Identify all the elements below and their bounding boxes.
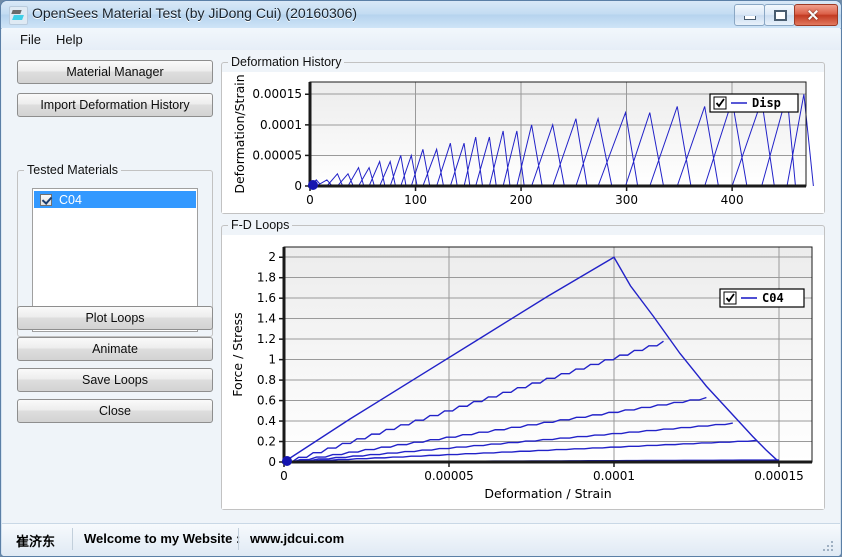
svg-text:0.00015: 0.00015: [754, 469, 804, 483]
menu-help[interactable]: Help: [48, 31, 91, 48]
tested-materials-label: Tested Materials: [24, 163, 122, 177]
animate-button[interactable]: Animate: [17, 337, 213, 361]
svg-text:1.8: 1.8: [257, 271, 276, 285]
svg-text:0.8: 0.8: [257, 373, 276, 387]
svg-text:0.00015: 0.00015: [252, 87, 302, 101]
fd-loops-group-label: F-D Loops: [228, 218, 293, 232]
svg-text:0: 0: [294, 179, 302, 193]
svg-text:300: 300: [615, 193, 638, 207]
client-area: Material Manager Import Deformation Hist…: [2, 50, 840, 524]
svg-text:C04: C04: [762, 291, 784, 305]
svg-text:1.4: 1.4: [257, 312, 276, 326]
maximize-button[interactable]: [764, 4, 795, 26]
svg-text:Disp: Disp: [752, 96, 781, 110]
checkbox-icon[interactable]: [40, 193, 52, 206]
svg-text:1: 1: [268, 353, 276, 367]
deformation-history-chart[interactable]: 0 0.00005 0.0001 0.00015 0 100 200 300 400 Step De…: [222, 72, 824, 225]
svg-text:1.6: 1.6: [257, 291, 276, 305]
list-item-label: C04: [59, 192, 82, 207]
svg-text:Deformation/Strain: Deformation/Strain: [232, 74, 247, 193]
svg-text:0.2: 0.2: [257, 435, 276, 449]
svg-text:400: 400: [721, 193, 744, 207]
svg-text:0: 0: [268, 455, 276, 469]
list-item[interactable]: C04: [34, 191, 196, 208]
svg-text:1.2: 1.2: [257, 332, 276, 346]
material-manager-button[interactable]: Material Manager: [17, 60, 213, 84]
close-button[interactable]: Close: [17, 399, 213, 423]
resize-grip[interactable]: [823, 541, 835, 553]
svg-text:0: 0: [280, 469, 288, 483]
app-icon: [9, 6, 28, 25]
status-author: 崔济东: [16, 534, 56, 549]
window-title: OpenSees Material Test (by JiDong Cui) (…: [32, 5, 358, 21]
minimize-button[interactable]: [734, 4, 765, 26]
svg-text:100: 100: [404, 193, 427, 207]
deformation-history-svg: 0 0.00005 0.0001 0.00015 0 100 200 300 400 Step De…: [232, 74, 814, 225]
status-bar: 崔济东 Welcome to my Website : www.jdcui.co…: [2, 523, 840, 556]
svg-text:Force / Stress: Force / Stress: [230, 312, 245, 396]
menu-file[interactable]: File: [12, 31, 49, 48]
svg-text:0: 0: [306, 193, 314, 207]
import-deformation-history-button[interactable]: Import Deformation History: [17, 93, 213, 117]
title-bar: OpenSees Material Test (by JiDong Cui) (…: [1, 1, 841, 29]
svg-text:Step: Step: [544, 210, 573, 213]
svg-text:0.0001: 0.0001: [260, 118, 302, 132]
svg-text:0.6: 0.6: [257, 394, 276, 408]
save-loops-button[interactable]: Save Loops: [17, 368, 213, 392]
status-separator-2: [238, 528, 239, 550]
svg-text:0.00005: 0.00005: [252, 148, 302, 162]
plot-loops-button[interactable]: Plot Loops: [17, 306, 213, 330]
close-window-button[interactable]: [794, 4, 838, 26]
status-website[interactable]: www.jdcui.com: [250, 531, 344, 546]
fd-loops-chart[interactable]: 0 0.2 0.4 0.6 0.8 1 1.2 1.4 1.6 1.8 2 0 0.00005 0.000…: [222, 235, 824, 509]
status-welcome: Welcome to my Website :: [84, 531, 241, 546]
svg-text:0.4: 0.4: [257, 414, 276, 428]
deformation-history-group-label: Deformation History: [228, 55, 345, 69]
menu-bar: File Help: [2, 28, 840, 51]
svg-text:200: 200: [510, 193, 533, 207]
status-separator-1: [72, 528, 73, 550]
svg-text:0.00005: 0.00005: [424, 469, 474, 483]
svg-text:2: 2: [268, 250, 276, 264]
fd-loops-svg: 0 0.2 0.4 0.6 0.8 1 1.2 1.4 1.6 1.8 2 0 0.00005 0.000…: [230, 246, 813, 501]
svg-text:Deformation / Strain: Deformation / Strain: [484, 486, 611, 501]
application-window: OpenSees Material Test (by JiDong Cui) (…: [0, 0, 842, 557]
svg-text:0.0001: 0.0001: [593, 469, 635, 483]
